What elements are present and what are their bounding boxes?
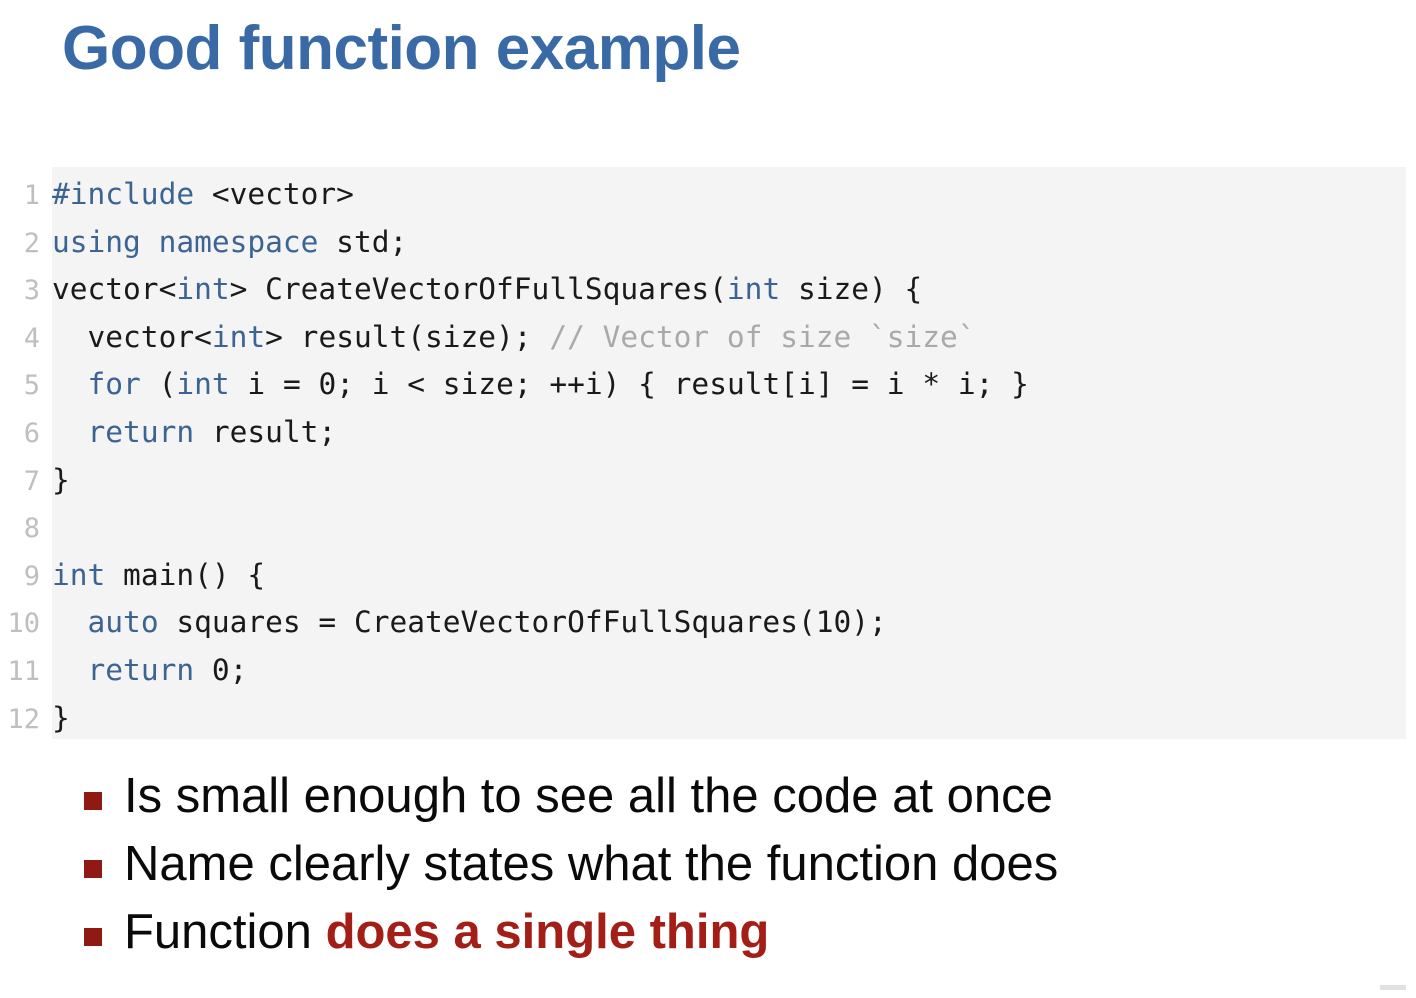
code-line: 10 auto squares = CreateVectorOfFullSqua…: [0, 599, 1406, 647]
code-token-plain: main() {: [105, 557, 266, 592]
code-token-kw: int: [726, 272, 781, 307]
code-token-plain: }: [52, 462, 70, 497]
code-line: 5 for (int i = 0; i < size; ++i) { resul…: [0, 361, 1406, 409]
code-line-number: 7: [23, 465, 40, 497]
code-line-number: 8: [23, 513, 40, 545]
code-line: 12}: [0, 695, 1406, 743]
code-line-number: 1: [23, 180, 40, 211]
code-line-text: #include <vector>: [52, 177, 354, 211]
code-token-kw: int: [176, 272, 230, 307]
code-line-number: 3: [23, 275, 40, 307]
code-line-text: vector<int> CreateVectorOfFullSquares(in…: [52, 272, 922, 306]
code-line-number: 4: [23, 322, 40, 354]
code-line-text: return 0;: [52, 652, 248, 687]
code-line-number: 6: [23, 417, 40, 449]
square-bullet-icon: [84, 928, 102, 946]
code-line-text: auto squares = CreateVectorOfFullSquares…: [52, 605, 887, 639]
code-line-text: return result;: [52, 414, 337, 449]
code-token-plain: i = 0; i < size; ++i) { result[i] = i * …: [229, 367, 1029, 402]
code-line-text: using namespace std;: [52, 225, 407, 259]
footer-page-mark: [1380, 985, 1406, 990]
code-line: 1 #include <vector>: [0, 171, 1406, 219]
list-item: Is small enough to see all the code at o…: [62, 762, 1402, 830]
code-lines-container: 1 #include <vector> 2 using namespace std; 3…: [0, 171, 1406, 742]
code-line: 4 vector<int> result(size); // Vector of…: [0, 314, 1406, 362]
code-token-kw: return: [87, 414, 195, 449]
code-token-plain: <vector>: [194, 177, 354, 211]
code-line-number: 9: [23, 560, 40, 592]
code-line: 9 int main() {: [0, 552, 1406, 600]
list-item: Name clearly states what the function do…: [62, 830, 1402, 898]
code-block: 1 #include <vector> 2 using namespace std; 3…: [0, 167, 1406, 739]
code-line: 11 return 0;: [0, 647, 1406, 695]
code-token-kw: for: [87, 367, 141, 402]
bullet-emphasis-text: does a single thing: [325, 905, 770, 959]
bullet-text: Function: [124, 905, 326, 959]
code-line-text: for (int i = 0; i < size; ++i) { result[…: [52, 367, 1029, 401]
code-token-plain: }: [52, 700, 70, 735]
page-title: Good function example: [62, 14, 741, 83]
code-token-kw: #include: [52, 177, 195, 211]
code-line-number: 5: [23, 370, 40, 402]
code-line-number: 12: [7, 703, 40, 735]
code-token-kw: using namespace: [52, 224, 319, 259]
code-token-plain: vector<: [52, 272, 177, 307]
code-token-plain: > result(size);: [265, 319, 550, 354]
code-line: 3 vector<int> CreateVectorOfFullSquares(i…: [0, 266, 1406, 314]
code-line-number: 10: [7, 608, 40, 640]
code-line-number: 11: [7, 655, 40, 687]
code-token-plain: 0;: [194, 652, 248, 687]
bullet-text: Name clearly states what the function do…: [124, 837, 1059, 891]
code-token-plain: vector<: [52, 319, 212, 354]
code-token-kw: return: [87, 652, 195, 687]
code-token-plain: squares = CreateVectorOfFullSquares(10);: [158, 605, 887, 640]
code-token-plain: > CreateVectorOfFullSquares(: [229, 272, 727, 307]
code-token-plain: (: [140, 367, 177, 402]
code-token-kw: auto: [87, 605, 159, 640]
code-token-plain: std;: [318, 224, 408, 259]
code-token-kw: int: [176, 367, 230, 402]
code-line-number: 2: [23, 227, 40, 259]
bullet-text: Is small enough to see all the code at o…: [124, 769, 1053, 823]
code-token-plain: result;: [194, 414, 337, 449]
code-line-text: }: [52, 463, 70, 497]
code-line: 8: [0, 504, 1406, 552]
code-token-cmt: // Vector of size `size`: [549, 319, 976, 354]
square-bullet-icon: [84, 792, 102, 810]
code-line: 7}: [0, 457, 1406, 505]
square-bullet-icon: [84, 860, 102, 878]
code-token-plain: size) {: [780, 272, 923, 307]
code-token-kw: int: [52, 557, 106, 592]
code-line: 6 return result;: [0, 409, 1406, 457]
code-line-text: int main() {: [52, 558, 265, 592]
bullet-list: Is small enough to see all the code at o…: [62, 762, 1402, 966]
code-token-kw: int: [211, 319, 266, 354]
list-item: Function does a single thing: [62, 898, 1402, 966]
code-line-text: vector<int> result(size); // Vector of s…: [52, 320, 976, 354]
code-line: 2 using namespace std;: [0, 219, 1406, 267]
code-line-text: }: [52, 701, 70, 735]
